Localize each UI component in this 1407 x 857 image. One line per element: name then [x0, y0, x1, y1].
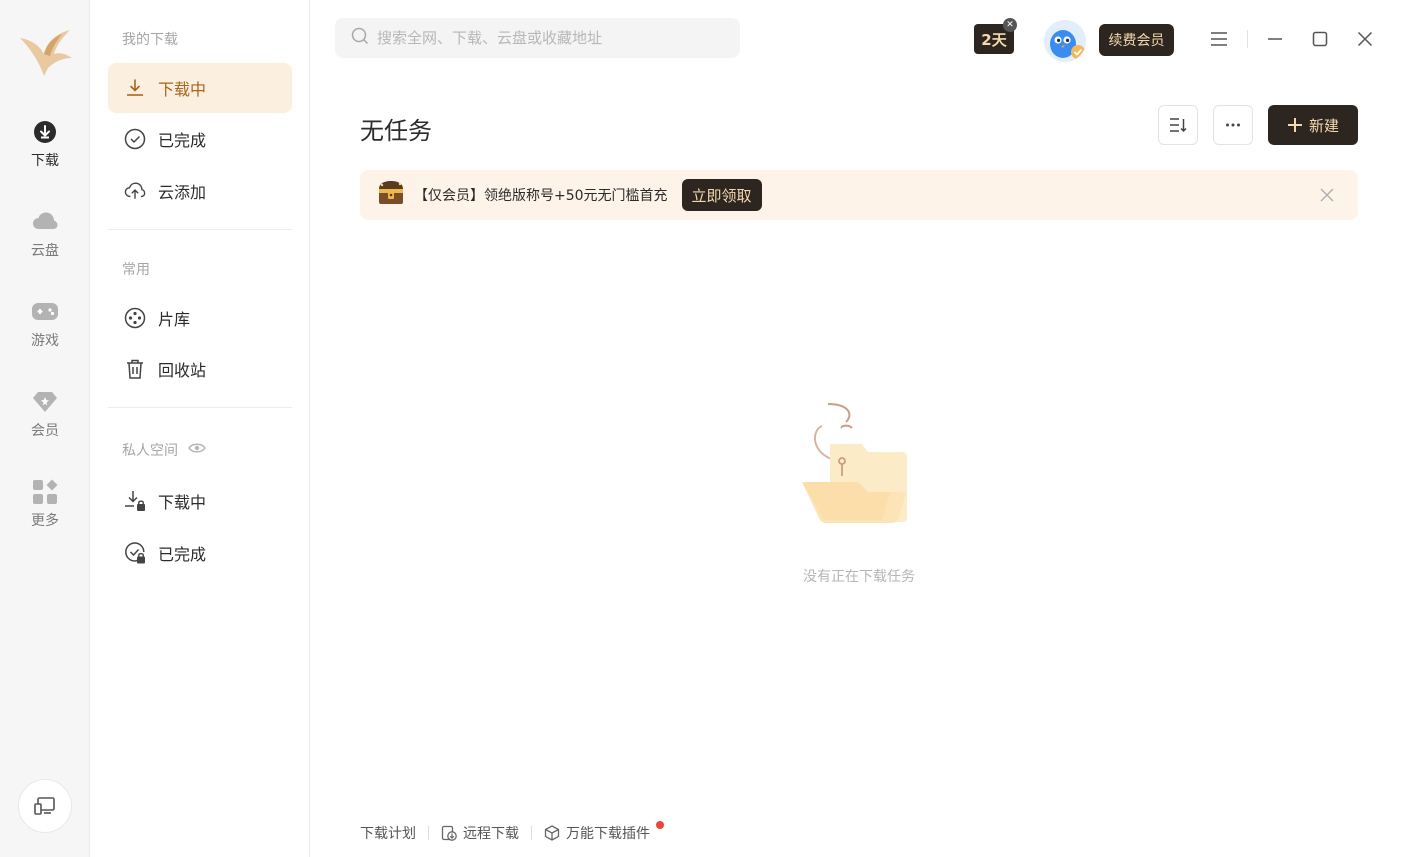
maximize-button[interactable]: [1307, 26, 1333, 52]
remote-download-link[interactable]: 远程下载: [441, 823, 519, 843]
trash-icon: [124, 358, 146, 380]
search-bar[interactable]: [335, 18, 740, 58]
sidebar-item-label: 回收站: [158, 361, 207, 380]
download-plan-label: 下载计划: [360, 826, 416, 842]
sidebar-section-common: 常用: [122, 262, 150, 278]
sidebar: 我的下载 下载中 已完成 云添加 常用 片库 回收站 私人空间 下载中 已完成: [90, 0, 310, 857]
sidebar-item-private-downloading[interactable]: 下载中: [108, 476, 292, 526]
rail-item-download[interactable]: 下载: [0, 118, 90, 188]
avatar[interactable]: [1044, 20, 1086, 62]
download-tray-icon: [124, 77, 146, 99]
sort-button[interactable]: [1158, 105, 1198, 145]
sidebar-item-label: 已完成: [158, 545, 207, 564]
rail-label-download: 下载: [31, 153, 59, 169]
download-plugin-link[interactable]: 万能下载插件: [544, 823, 650, 843]
cloud-icon: [31, 208, 59, 236]
download-plan-link[interactable]: 下载计划: [360, 823, 416, 843]
sidebar-section-private: 私人空间: [122, 440, 206, 460]
sidebar-item-private-completed[interactable]: 已完成: [108, 528, 292, 578]
divider: [108, 229, 292, 230]
empty-folder-illustration: [790, 400, 920, 530]
search-input[interactable]: [377, 29, 717, 47]
sidebar-item-completed[interactable]: 已完成: [108, 114, 292, 164]
minimize-icon: [1268, 38, 1282, 40]
rail-label-vip: 会员: [31, 423, 59, 439]
rail-label-games: 游戏: [31, 333, 59, 349]
divider: [1247, 30, 1248, 48]
menu-button[interactable]: [1206, 26, 1232, 52]
sidebar-item-label: 片库: [158, 310, 191, 329]
sidebar-item-label: 下载中: [158, 80, 207, 99]
claim-now-button[interactable]: 立即领取: [681, 179, 762, 211]
private-space-title: 私人空间: [122, 443, 178, 459]
app-logo: [16, 24, 74, 78]
sidebar-item-recycle-bin[interactable]: 回收站: [108, 344, 292, 394]
device-button[interactable]: [18, 779, 72, 833]
empty-state-text: 没有正在下载任务: [803, 569, 915, 585]
divider: [108, 407, 292, 408]
rail-label-more: 更多: [31, 513, 59, 529]
ellipsis-icon: [1226, 123, 1240, 127]
remote-download-icon: [441, 825, 457, 841]
download-lock-icon: [124, 490, 146, 512]
new-task-button[interactable]: 新建: [1268, 105, 1358, 145]
rail-item-more[interactable]: 更多: [0, 478, 90, 548]
divider: [428, 826, 429, 840]
film-reel-icon: [124, 307, 146, 329]
apps-grid-icon: [31, 478, 59, 506]
cloud-upload-icon: [124, 180, 146, 202]
sidebar-item-cloud-add[interactable]: 云添加: [108, 166, 292, 216]
check-lock-icon: [124, 542, 146, 564]
notification-dot: [656, 821, 664, 829]
footer-links: 下载计划 远程下载 万能下载插件: [360, 823, 650, 843]
rail-item-games[interactable]: 游戏: [0, 298, 90, 368]
sidebar-item-downloading[interactable]: 下载中: [108, 63, 292, 113]
left-rail: 下载 云盘 游戏 会员 更多: [0, 0, 90, 857]
divider: [531, 826, 532, 840]
check-circle-icon: [124, 128, 146, 150]
sidebar-item-label: 下载中: [158, 493, 207, 512]
minimize-button[interactable]: [1262, 26, 1288, 52]
treasure-chest-icon: [376, 179, 406, 211]
download-plugin-label: 万能下载插件: [566, 826, 650, 842]
device-icon: [34, 797, 55, 815]
cube-icon: [544, 825, 560, 841]
sidebar-item-library[interactable]: 片库: [108, 293, 292, 343]
close-window-button[interactable]: [1352, 26, 1378, 52]
maximize-icon: [1312, 31, 1328, 47]
page-title: 无任务: [360, 117, 432, 145]
diamond-icon: [31, 388, 59, 416]
new-task-label: 新建: [1308, 116, 1339, 135]
search-icon: [351, 27, 369, 49]
download-circle-icon: [31, 118, 59, 146]
eye-icon[interactable]: [188, 442, 206, 458]
more-options-button[interactable]: [1213, 105, 1253, 145]
sort-icon: [1170, 118, 1187, 133]
promo-text: 【仅会员】领绝版称号+50元无门槛首充: [414, 188, 668, 204]
close-icon[interactable]: [1318, 186, 1336, 204]
rail-label-cloud: 云盘: [31, 243, 59, 259]
sidebar-item-label: 已完成: [158, 131, 207, 150]
plus-icon: [1287, 118, 1302, 132]
promo-banner: 【仅会员】领绝版称号+50元无门槛首充 立即领取: [360, 170, 1358, 220]
sidebar-section-my-downloads: 我的下载: [122, 32, 178, 48]
rail-item-vip[interactable]: 会员: [0, 388, 90, 458]
hamburger-icon: [1211, 32, 1227, 46]
rail-item-cloud[interactable]: 云盘: [0, 208, 90, 278]
gamepad-icon: [31, 298, 59, 326]
close-icon: [1357, 31, 1373, 47]
sidebar-item-label: 云添加: [158, 183, 207, 202]
renew-vip-button[interactable]: 续费会员: [1099, 24, 1174, 56]
remote-download-label: 远程下载: [463, 826, 519, 842]
close-icon[interactable]: ✕: [1003, 18, 1017, 32]
